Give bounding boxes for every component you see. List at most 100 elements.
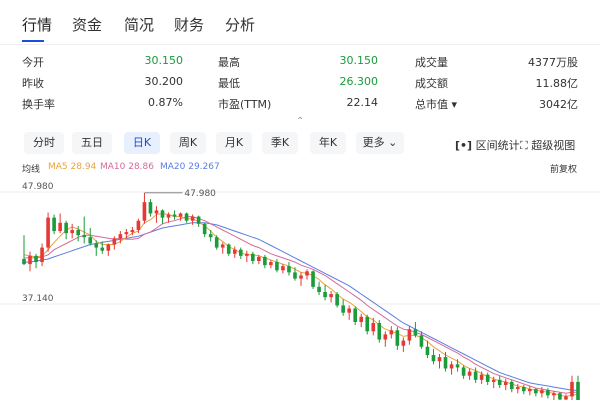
period-five-day[interactable]: 五日	[72, 132, 112, 154]
candle-body	[76, 230, 81, 236]
candle-body	[251, 253, 255, 262]
candle-body	[46, 217, 50, 248]
axis-labels: 47.980 37.140 47.980	[22, 182, 216, 304]
candle-body	[491, 379, 496, 382]
candle-body	[546, 390, 550, 396]
adjust-mode-label[interactable]: 前复权	[550, 162, 577, 175]
stat-label-turnover-rate: 换手率	[22, 98, 55, 111]
candle-body	[299, 275, 303, 279]
candle-body	[443, 357, 448, 369]
tab-finance[interactable]: 财务	[174, 14, 204, 35]
candle-body	[455, 364, 460, 368]
period-monthly-k[interactable]: 月K	[216, 132, 252, 154]
super-view-label: 超级视图	[531, 139, 576, 152]
stat-value-market-cap: 3042亿	[539, 98, 578, 111]
candle-body	[389, 330, 394, 335]
candle-body	[311, 271, 315, 287]
stat-value-turnover-rate: 0.87%	[148, 96, 183, 109]
candle-body	[449, 364, 454, 369]
candle-body	[497, 379, 502, 386]
candle-body	[148, 202, 153, 214]
quote-tabs: 行情 资金 简况 财务 分析	[0, 0, 600, 45]
candle-body	[425, 346, 430, 356]
period-yearly-k[interactable]: 年K	[310, 132, 346, 154]
candle-body	[485, 374, 490, 382]
candle-body	[353, 308, 358, 322]
chart-grid	[0, 191, 600, 305]
stat-value-volume: 4377万股	[528, 56, 578, 69]
candle-body	[220, 244, 225, 248]
candle-body	[244, 253, 249, 256]
period-intraday[interactable]: 分时	[24, 132, 64, 154]
candle-body	[118, 234, 123, 239]
stat-label-open: 今开	[22, 56, 44, 69]
candle-body	[28, 255, 32, 265]
candle-body	[106, 244, 111, 251]
candlestick-chart[interactable]: 47.980 37.140 47.980	[0, 176, 600, 400]
stat-label-prev-close: 昨收	[22, 77, 44, 90]
candle-body	[214, 237, 219, 248]
candle-body	[82, 235, 87, 238]
stat-label-high: 最高	[218, 56, 240, 69]
tab-market[interactable]: 行情	[22, 14, 52, 35]
tab-capital[interactable]: 资金	[72, 14, 102, 35]
tab-profile[interactable]: 简况	[124, 14, 154, 35]
candle-body	[136, 220, 141, 231]
candle-body	[232, 249, 237, 254]
candle-body	[275, 262, 279, 271]
candle-body	[124, 232, 129, 235]
candle-body	[166, 214, 171, 218]
candle-body	[112, 238, 117, 245]
stat-label-market-cap[interactable]: 总市值 ▾	[415, 96, 457, 112]
candle-body	[70, 230, 74, 234]
candles	[22, 192, 580, 400]
chevron-down-icon: ⌄	[388, 136, 398, 149]
ma10-line	[24, 216, 578, 394]
candle-body	[371, 323, 376, 332]
period-weekly-k[interactable]: 周K	[170, 132, 206, 154]
candle-body	[130, 230, 135, 233]
y-axis-label-mid: 37.140	[22, 294, 54, 304]
candle-body	[534, 389, 538, 394]
y-axis-label-top: 47.980	[22, 182, 54, 192]
candle-body	[377, 323, 382, 340]
period-daily-k[interactable]: 日K	[124, 132, 160, 154]
period-more-dropdown[interactable]: 更多 ⌄	[356, 132, 404, 154]
range-bracket-icon: [•]	[455, 139, 473, 152]
candle-body	[431, 355, 436, 362]
candle-body	[407, 329, 412, 341]
ma20-legend: MA20 29.267	[160, 162, 220, 172]
candle-body	[160, 210, 165, 218]
candle-body	[88, 237, 93, 244]
candle-body	[178, 213, 183, 217]
candle-body	[305, 271, 309, 276]
collapse-chevron-icon[interactable]: ⌃	[296, 116, 304, 127]
ma10-legend: MA10 28.86	[100, 162, 154, 172]
super-view-button[interactable]: ⛶ 超级视图	[520, 137, 575, 153]
range-stats-button[interactable]: [•] 区间统计	[455, 137, 520, 153]
stat-label-low: 最低	[218, 77, 240, 90]
stat-label-pe: 市盈(TTM)	[218, 98, 272, 111]
candle-body	[317, 286, 321, 293]
candle-body	[467, 371, 472, 376]
ma-legend-title: 均线	[22, 165, 41, 175]
candle-body	[329, 294, 333, 298]
candle-body	[269, 262, 273, 266]
candle-body	[503, 381, 508, 386]
candle-body	[479, 374, 484, 380]
period-quarterly-k[interactable]: 季K	[262, 132, 298, 154]
tab-analysis[interactable]: 分析	[225, 14, 255, 35]
candle-body	[154, 210, 159, 214]
candle-body	[359, 316, 364, 322]
candle-body	[281, 266, 285, 271]
candle-body	[100, 247, 105, 251]
candle-body	[558, 393, 562, 400]
stat-value-low: 26.300	[339, 75, 379, 88]
candle-body	[196, 216, 201, 224]
candle-body	[293, 272, 297, 279]
stat-label-turnover: 成交额	[415, 77, 448, 90]
candle-body	[540, 390, 544, 394]
ma5-line	[23, 212, 579, 397]
candle-body	[142, 202, 147, 221]
candle-body	[552, 393, 556, 396]
